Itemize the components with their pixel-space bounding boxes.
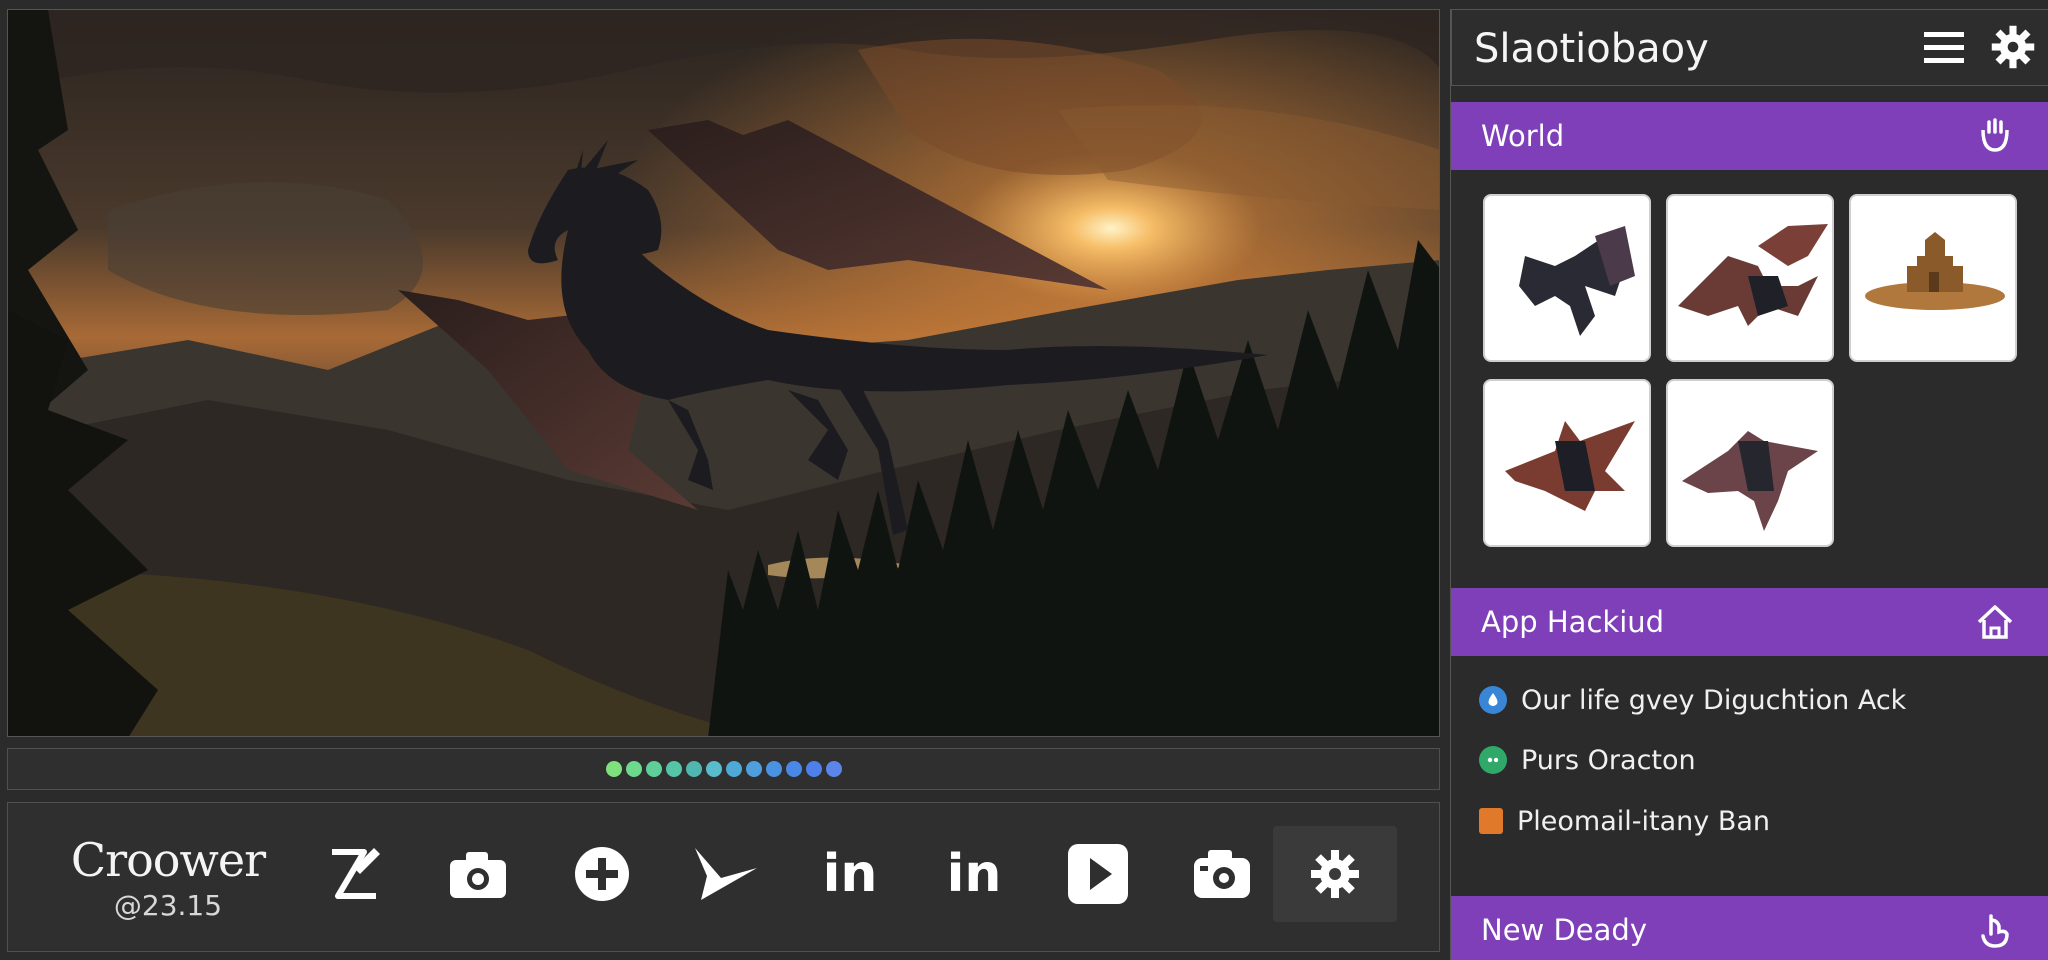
world-thumbnail-castle[interactable] [1849, 194, 2017, 362]
bot-icon [1479, 746, 1507, 774]
activity-item[interactable]: Our life gvey Diguchtion Ack [1479, 680, 1906, 720]
camera-capture-icon [1194, 850, 1250, 898]
hand-wave-icon [1981, 118, 2009, 152]
plus-circle-icon [575, 847, 629, 901]
progress-dot [685, 761, 702, 777]
progress-dot [705, 761, 722, 777]
brand-version: @23.15 [113, 889, 223, 922]
document-icon [1479, 808, 1503, 834]
add-button[interactable] [540, 826, 664, 922]
progress-dot [645, 761, 662, 777]
camera-icon [450, 852, 506, 898]
gear-icon [1991, 25, 2035, 69]
dragon-thumbnail-image [1678, 224, 1828, 326]
sidebar-title: Slaotiobaoy [1474, 26, 1709, 72]
world-thumbnail-dragon-3[interactable] [1483, 379, 1651, 547]
section-app-action[interactable] [1975, 602, 2015, 647]
camera-button[interactable] [416, 826, 540, 922]
progress-dot [665, 761, 682, 777]
activity-text: Our life gvey Diguchtion Ack [1521, 684, 1907, 716]
world-thumbnail-dragon-2[interactable] [1666, 194, 1834, 362]
section-app-label: App Hackiud [1481, 605, 1665, 639]
brand-name: Croower [70, 833, 266, 887]
drop-icon [1479, 686, 1507, 714]
sidebar: Slaotiobaoy World App Hackiud Our life g… [1450, 9, 2048, 960]
section-new-header[interactable]: New Deady [1451, 896, 2048, 960]
progress-dot [825, 761, 842, 777]
activity-text: Pleomail-itany Ban [1517, 805, 1770, 837]
progress-dot [805, 761, 822, 777]
send-button[interactable] [664, 826, 788, 922]
home-icon [1977, 605, 2013, 639]
section-new-label: New Deady [1481, 913, 1647, 947]
play-icon [1068, 844, 1128, 904]
dragon-thumbnail-image [1519, 226, 1635, 336]
section-new-action[interactable] [1975, 910, 2015, 955]
play-button[interactable] [1036, 826, 1160, 922]
progress-dot [625, 761, 642, 777]
world-thumbnail-dragon-1[interactable] [1483, 194, 1651, 362]
castle-thumbnail-image [1865, 232, 2005, 310]
dragon-thumbnail-image [1682, 431, 1818, 531]
progress-dot [765, 761, 782, 777]
dragon-thumbnail-image [1505, 421, 1635, 511]
capture-button[interactable] [1160, 826, 1284, 922]
dragon-scene-image [8, 10, 1439, 736]
progress-dot [745, 761, 762, 777]
section-world-label: World [1481, 119, 1565, 153]
sidebar-settings-button[interactable] [1990, 24, 2036, 75]
activity-item[interactable]: Purs Oracton [1479, 740, 1696, 780]
linkedin-icon: in [822, 844, 878, 904]
section-app-header[interactable]: App Hackiud [1451, 588, 2048, 656]
send-icon [695, 848, 757, 900]
settings-button[interactable] [1273, 826, 1397, 922]
bottom-toolbar: Croower @23.15 in in [7, 802, 1440, 952]
activity-item[interactable]: Pleomail-itany Ban [1479, 801, 1770, 841]
progress-dot [785, 761, 802, 777]
brand: Croower @23.15 [48, 833, 288, 922]
edit-tool-button[interactable] [292, 826, 416, 922]
section-world-action[interactable] [1975, 116, 2015, 161]
activity-text: Purs Oracton [1521, 744, 1696, 776]
linkedin-icon: in [946, 844, 1002, 904]
section-world-header[interactable]: World [1451, 102, 2048, 170]
menu-button[interactable] [1922, 30, 1966, 71]
hamburger-menu-icon [1924, 32, 1964, 63]
sidebar-header: Slaotiobaoy [1451, 9, 2048, 86]
progress-dot [725, 761, 742, 777]
gear-icon [1311, 850, 1359, 898]
world-thumbnail-dragon-4[interactable] [1666, 379, 1834, 547]
linkedin-button[interactable]: in [788, 826, 912, 922]
progress-dot [605, 761, 622, 777]
touch-icon [1981, 914, 2009, 948]
main-viewport[interactable] [7, 9, 1440, 737]
progress-dots-bar [7, 748, 1440, 790]
edit-icon [332, 848, 380, 899]
linkedin-button-2[interactable]: in [912, 826, 1036, 922]
